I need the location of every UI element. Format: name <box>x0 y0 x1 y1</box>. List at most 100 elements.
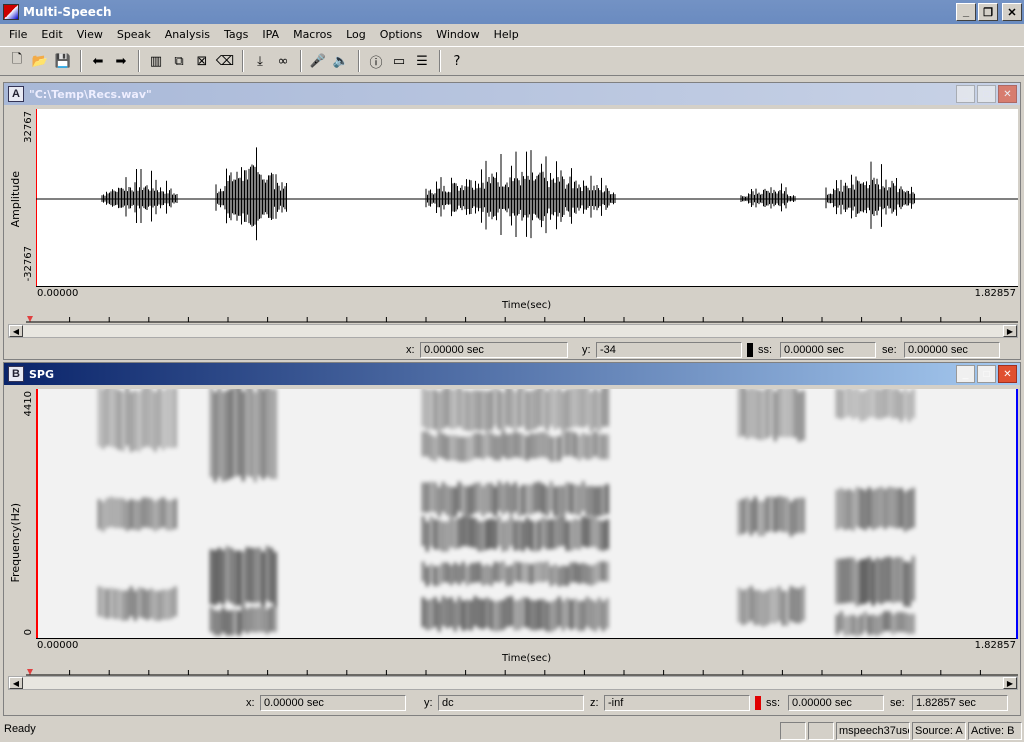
eraser-icon[interactable]: ⌫ <box>214 50 236 72</box>
delete-window-icon[interactable]: ⊠ <box>191 50 213 72</box>
link-icon[interactable]: ∞ <box>272 50 294 72</box>
menu-analysis[interactable]: Analysis <box>158 28 217 41</box>
microphone-icon[interactable]: 🎤 <box>307 50 329 72</box>
spectrogram-cell <box>506 597 509 628</box>
status-text: Ready <box>4 723 36 735</box>
spectrogram-window-title-bar[interactable]: B SPG _ □ ✕ <box>4 363 1020 385</box>
app-logo-icon[interactable] <box>3 4 19 20</box>
download-icon[interactable]: ⤓ <box>249 50 271 72</box>
spectrogram-cell <box>454 435 457 461</box>
x-label: x: <box>406 344 415 356</box>
spectrogram-cell <box>868 487 871 528</box>
spectrogram-plot[interactable] <box>36 386 1018 639</box>
ruler-start-marker[interactable] <box>27 669 33 675</box>
toolbar-separator <box>80 50 82 72</box>
spectrogram-cell <box>802 586 805 622</box>
window-close-button[interactable]: ✕ <box>998 365 1017 383</box>
scroll-right-button[interactable]: ▶ <box>1003 325 1017 337</box>
spectrogram-cell <box>210 387 213 478</box>
info-icon[interactable]: ⓘ <box>365 50 387 72</box>
scroll-right-button[interactable]: ▶ <box>1003 677 1017 689</box>
new-icon[interactable]: 🗋 <box>6 50 28 72</box>
spectrogram-cell <box>490 390 493 431</box>
time-ruler <box>26 316 1018 323</box>
window-icon[interactable]: ▭ <box>388 50 410 72</box>
menu-options[interactable]: Options <box>373 28 429 41</box>
spectrogram-cell <box>770 386 773 437</box>
toolbar-separator <box>358 50 360 72</box>
horizontal-scrollbar[interactable]: ◀ ▶ <box>8 324 1018 338</box>
spectrum-icon[interactable]: ▥ <box>145 50 167 72</box>
speaker-icon[interactable]: 🔈 <box>330 50 352 72</box>
spectrogram-cell <box>466 390 469 431</box>
spectrogram-cell <box>130 391 133 452</box>
scroll-left-button[interactable]: ◀ <box>9 677 23 689</box>
minimize-button[interactable]: _ <box>956 3 976 21</box>
spectrogram-cell <box>498 562 501 583</box>
spectrogram-cell <box>586 564 589 585</box>
spectrogram-cell <box>450 389 453 430</box>
color-swatch <box>755 696 761 710</box>
forward-arrow-icon[interactable]: ➡ <box>110 50 132 72</box>
open-icon[interactable]: 📂 <box>29 50 51 72</box>
spectrogram-cell <box>558 387 561 428</box>
menu-log[interactable]: Log <box>339 28 373 41</box>
spectrogram-cell <box>158 498 161 529</box>
save-icon[interactable]: 💾 <box>52 50 74 72</box>
spectrogram-cell <box>864 611 867 632</box>
menu-tags[interactable]: Tags <box>217 28 255 41</box>
spectrogram-cell <box>546 561 549 582</box>
spectrogram-cell <box>142 588 145 619</box>
se-label: se: <box>890 697 905 709</box>
ruler-start-marker[interactable] <box>27 316 33 322</box>
spectrogram-cell <box>214 610 217 636</box>
list-icon[interactable]: ☰ <box>411 50 433 72</box>
spectrogram-cell <box>570 388 573 429</box>
spectrogram-cell <box>586 434 589 460</box>
menu-window[interactable]: Window <box>429 28 486 41</box>
window-maximize-button[interactable]: □ <box>977 85 996 103</box>
waveform-window-title-bar[interactable]: A "C:\Temp\Recs.wav" _ □ ✕ <box>4 83 1020 105</box>
horizontal-scrollbar[interactable]: ◀ ▶ <box>8 676 1018 690</box>
spectrogram-cell <box>118 390 121 451</box>
spectrogram-cell <box>594 388 597 429</box>
waveform-plot[interactable] <box>35 109 1018 287</box>
window-minimize-button[interactable]: _ <box>956 85 975 103</box>
menu-ipa[interactable]: IPA <box>255 28 286 41</box>
spectrogram-cell <box>458 436 461 462</box>
menu-view[interactable]: View <box>70 28 110 41</box>
spectrogram-cell <box>122 498 125 529</box>
menu-speak[interactable]: Speak <box>110 28 158 41</box>
spectrogram-cell <box>554 599 557 630</box>
spectrogram-cell <box>254 548 257 604</box>
spectrogram-cell <box>738 587 741 623</box>
back-arrow-icon[interactable]: ⬅ <box>87 50 109 72</box>
menu-help[interactable]: Help <box>487 28 526 41</box>
spectrogram-cell <box>742 386 745 437</box>
menu-macros[interactable]: Macros <box>286 28 339 41</box>
spectrogram-cell <box>122 391 125 452</box>
spectrogram-cell <box>892 614 895 635</box>
spectrogram-cell <box>558 435 561 461</box>
spectrogram-cell <box>522 484 525 515</box>
window-maximize-button[interactable]: □ <box>977 365 996 383</box>
spectrogram-cell <box>844 387 847 418</box>
window-close-button[interactable]: ✕ <box>998 85 1017 103</box>
help-icon[interactable]: ? <box>446 50 468 72</box>
restore-button[interactable]: ❐ <box>978 3 998 21</box>
menu-edit[interactable]: Edit <box>34 28 69 41</box>
copy-window-icon[interactable]: ⧉ <box>168 50 190 72</box>
spectrogram-cell <box>848 489 851 530</box>
spectrogram-cell <box>840 611 843 632</box>
menu-file[interactable]: File <box>2 28 34 41</box>
close-button[interactable]: ✕ <box>1002 3 1022 21</box>
spectrogram-cell <box>754 590 757 626</box>
window-minimize-button[interactable]: _ <box>956 365 975 383</box>
x-start-label: 0.00000 <box>37 640 79 651</box>
color-swatch <box>747 343 753 357</box>
scroll-left-button[interactable]: ◀ <box>9 325 23 337</box>
spectrogram-cell <box>750 500 753 536</box>
spectrogram-cell <box>126 590 129 621</box>
spectrogram-cell <box>590 433 593 459</box>
spectrogram-cell <box>738 387 741 438</box>
